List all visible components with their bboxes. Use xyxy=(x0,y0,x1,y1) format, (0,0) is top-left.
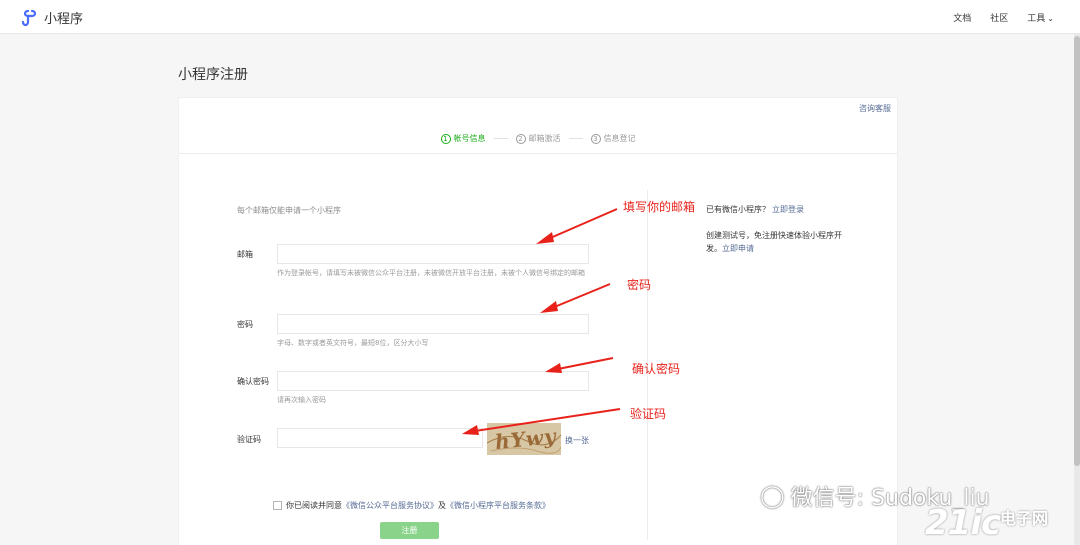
nav-tools-label: 工具 xyxy=(1027,14,1046,24)
existing-account-text: 已有微信小程序？ xyxy=(706,205,770,214)
step-number: 2 xyxy=(515,133,526,144)
email-label: 邮箱 xyxy=(237,250,253,259)
refresh-captcha-link[interactable]: 换一张 xyxy=(565,435,589,446)
register-button[interactable]: 注册 xyxy=(380,522,439,539)
annotation-confirm: 确认密码 xyxy=(632,362,681,376)
nav-community[interactable]: 社区 xyxy=(990,11,1008,24)
agreement-row: 你已阅读并同意 《微信公众平台服务协议》 及 《微信小程序平台服务条款》 xyxy=(273,500,550,511)
email-hint: 作为登录帐号，请填写未被微信公众平台注册，未被微信开放平台注册，未被个人微信号绑… xyxy=(277,269,585,277)
test-account-prompt: 创建测试号，免注册快速体验小程序开发。立即申请 xyxy=(706,229,856,255)
step-connector xyxy=(568,138,583,139)
annotation-email: 填写你的邮箱 xyxy=(623,200,696,214)
step-number: 1 xyxy=(440,133,451,144)
site-logo-subtitle: 电子网 xyxy=(1000,509,1049,528)
password-hint: 字母、数字或者英文符号，最短8位，区分大小写 xyxy=(277,339,429,347)
annotation-password: 密码 xyxy=(627,278,652,292)
captcha-input[interactable] xyxy=(277,428,483,448)
step-indicator: 1 帐号信息 2 邮箱激活 3 信息登记 xyxy=(179,133,897,144)
agreement-checkbox[interactable] xyxy=(273,501,282,510)
step-connector xyxy=(493,138,508,139)
step-email-activation: 2 邮箱激活 xyxy=(515,133,561,144)
scrollbar-thumb[interactable] xyxy=(1074,36,1080,466)
app-name: 小程序 xyxy=(44,12,84,27)
existing-account-prompt: 已有微信小程序？ 立即登录 xyxy=(706,204,804,215)
app-logo[interactable]: 小程序 xyxy=(22,8,83,27)
top-nav: 文档 社区 工具 ⌄ xyxy=(934,11,1054,24)
step-info-registration: 3 信息登记 xyxy=(590,133,636,144)
registration-card: 咨询客服 1 帐号信息 2 邮箱激活 3 信息登记 每个邮箱仅能申请一个小程序 … xyxy=(178,97,898,545)
service-terms-link[interactable]: 《微信小程序平台服务条款》 xyxy=(446,500,550,511)
wechat-icon: ◯ xyxy=(760,483,785,509)
top-bar: 小程序 文档 社区 工具 ⌄ xyxy=(0,0,1080,34)
page-title: 小程序注册 xyxy=(178,67,248,83)
email-input[interactable] xyxy=(277,244,589,264)
step-label: 邮箱激活 xyxy=(528,134,561,143)
nav-tools[interactable]: 工具 ⌄ xyxy=(1027,11,1054,24)
login-link[interactable]: 立即登录 xyxy=(772,205,804,214)
site-logo-watermark: 21ic xyxy=(925,503,1001,543)
agreement-prefix: 你已阅读并同意 xyxy=(286,501,342,510)
form-tip: 每个邮箱仅能申请一个小程序 xyxy=(237,206,341,215)
annotation-captcha: 验证码 xyxy=(630,407,667,421)
mini-program-logo-icon xyxy=(22,9,37,26)
step-label: 帐号信息 xyxy=(453,134,486,143)
nav-docs[interactable]: 文档 xyxy=(953,11,971,24)
password-label: 密码 xyxy=(237,320,253,329)
captcha-image[interactable]: hYwy xyxy=(487,423,561,455)
captcha-label: 验证码 xyxy=(237,435,261,444)
header-divider xyxy=(179,153,897,154)
confirm-password-input[interactable] xyxy=(277,371,589,391)
chevron-down-icon: ⌄ xyxy=(1047,14,1054,23)
apply-link[interactable]: 立即申请 xyxy=(722,244,754,253)
confirm-password-hint: 请再次输入密码 xyxy=(277,396,326,404)
step-label: 信息登记 xyxy=(603,134,636,143)
step-number: 3 xyxy=(590,133,601,144)
agreement-and: 及 xyxy=(438,501,446,510)
confirm-password-label: 确认密码 xyxy=(237,377,269,386)
password-input[interactable] xyxy=(277,314,589,334)
customer-service-link[interactable]: 咨询客服 xyxy=(859,103,891,114)
service-agreement-link[interactable]: 《微信公众平台服务协议》 xyxy=(342,500,438,511)
step-account-info: 1 帐号信息 xyxy=(440,133,486,144)
